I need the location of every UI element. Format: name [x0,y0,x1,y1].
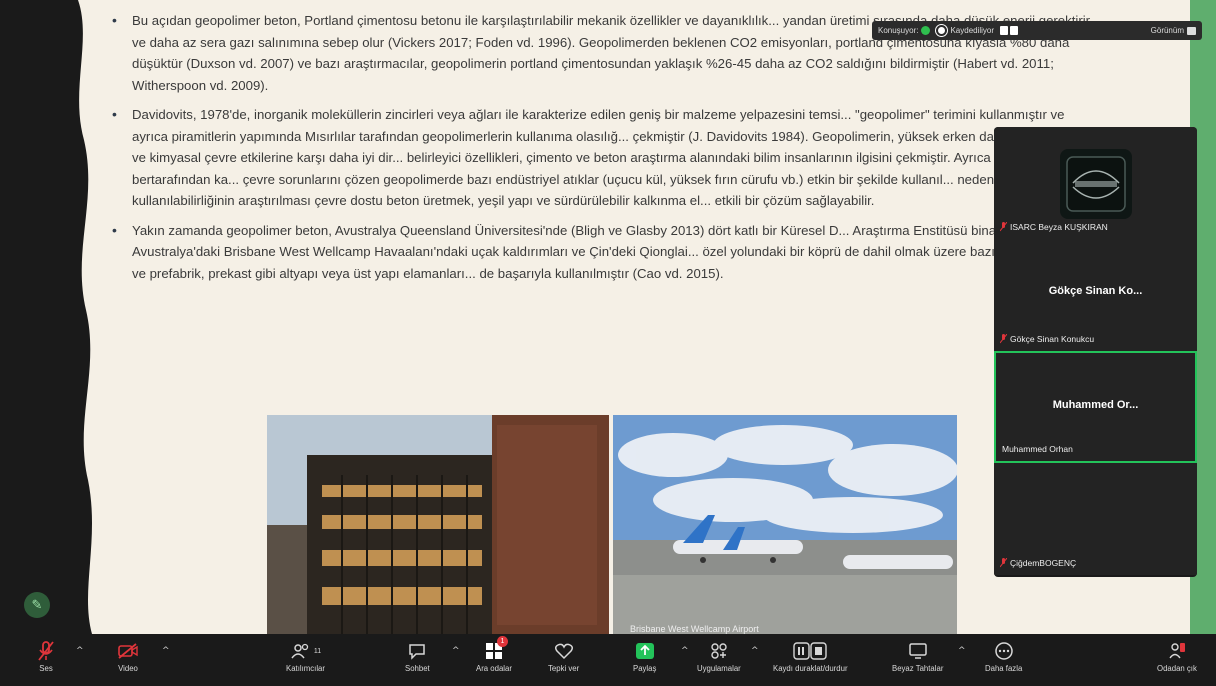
share-options-chevron-icon[interactable]: ^ [681,646,689,656]
participants-count: 11 [313,647,322,655]
pause-icon[interactable] [1000,26,1009,35]
meeting-toolbar: Ses ^ Video ^ 11 Katılımcılar Sohbet ^ 1… [0,634,1216,686]
apps-options-chevron-icon[interactable]: ^ [751,646,759,656]
pause-stop-icon [793,638,827,664]
photo-caption: Brisbane West Wellcamp Airport [630,624,759,634]
audio-button[interactable]: Ses [36,638,56,673]
breakout-rooms-button[interactable]: 1 Ara odalar [476,636,512,673]
leave-room-button[interactable]: Odadan çık [1157,638,1197,673]
whiteboard-button[interactable]: Beyaz Tahtalar [892,638,943,673]
heart-icon [554,638,574,664]
mic-muted-icon [1000,222,1007,232]
share-arrow-icon [635,638,655,664]
slide-bullet-2: Davidovits, 1978'de, inorganik molekülle… [112,104,1092,212]
participant-center-name: Muhammed Or... [1052,399,1139,411]
participant-tile[interactable]: Gökçe Sinan Ko... Gökçe Sinan Konukcu [994,239,1197,351]
whiteboard-icon [908,638,928,664]
recording-label: Kaydediliyor [950,26,995,35]
more-dots-icon [994,638,1014,664]
grid-view-icon [1187,26,1196,35]
pause-stop-recording-button[interactable]: Kaydı duraklat/durdur [773,638,848,673]
participant-tile-active-speaker[interactable]: Muhammed Or... Muhammed Orhan [994,351,1197,463]
mic-muted-icon [36,638,56,664]
breakout-rooms-icon: 1 [484,636,508,664]
more-button[interactable]: Daha fazla [985,638,1022,673]
video-options-chevron-icon[interactable]: ^ [162,646,170,656]
speaking-indicator: Konuşuyor: [878,26,931,35]
record-dot-icon [936,25,948,36]
participant-center-name: Gökçe Sinan Ko... [1048,285,1143,297]
mic-muted-icon [1000,334,1007,344]
annotate-pen-button[interactable]: ✎ [24,592,50,618]
participants-icon: 11 [290,638,321,664]
chat-button[interactable]: Sohbet [405,638,430,673]
participant-tile[interactable]: ÇiğdemBOGENÇ [994,463,1197,575]
view-button[interactable]: Görünüm [1151,26,1196,35]
apps-icon [709,638,729,664]
participant-label: ÇiğdemBOGENÇ [1000,558,1076,568]
participant-avatar [1060,149,1132,219]
meeting-status-bar: Konuşuyor: Kaydediliyor Görünüm [872,21,1202,40]
pen-icon: ✎ [31,597,43,613]
leave-icon [1167,638,1187,664]
share-screen-button[interactable]: Paylaş [633,638,656,673]
apps-button[interactable]: Uygulamalar [697,638,741,673]
audio-options-chevron-icon[interactable]: ^ [76,646,84,656]
recording-indicator: Kaydediliyor [936,25,994,36]
chat-options-chevron-icon[interactable]: ^ [452,646,460,656]
participant-label: Muhammed Orhan [1002,444,1073,454]
speaking-shield-icon [921,26,931,35]
participant-tile[interactable]: ISARC Beyza KUŞKIRAN [994,127,1197,239]
slide-decoration-wave [0,0,92,634]
participants-button[interactable]: 11 Katılımcılar [286,638,325,673]
whiteboard-options-chevron-icon[interactable]: ^ [958,646,966,656]
video-button[interactable]: Video [117,638,139,673]
slide-body-text: Bu açıdan geopolimer beton, Portland çim… [112,10,1092,292]
view-label: Görünüm [1150,26,1184,35]
mic-muted-icon [1000,558,1007,568]
video-off-icon [117,638,139,664]
recording-controls[interactable] [1000,26,1019,35]
participant-label: ISARC Beyza KUŞKIRAN [1000,222,1108,232]
breakout-badge: 1 [496,636,508,647]
slide-bullet-3: Yakın zamanda geopolimer beton, Avustral… [112,220,1092,285]
video-participants-panel: ISARC Beyza KUŞKIRAN Gökçe Sinan Ko... G… [994,127,1197,577]
speaking-label: Konuşuyor: [878,26,919,35]
airport-photo [613,415,957,634]
stop-icon[interactable] [1010,26,1019,35]
chat-icon [407,638,427,664]
building-photo [267,415,609,634]
participant-label: Gökçe Sinan Konukcu [1000,334,1094,344]
react-button[interactable]: Tepki ver [548,638,579,673]
